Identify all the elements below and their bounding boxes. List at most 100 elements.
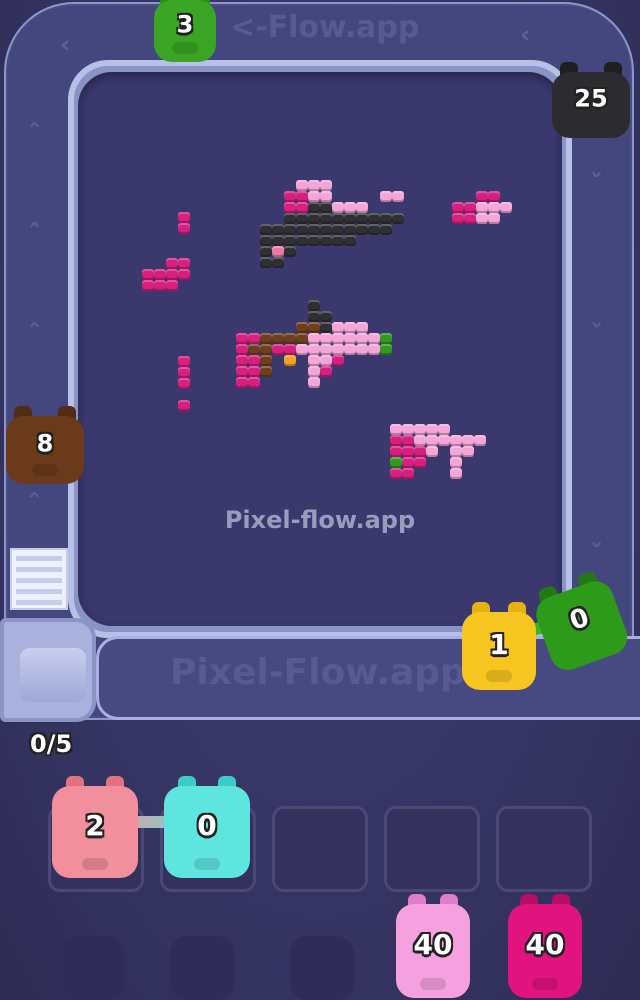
pixel-block — [248, 333, 260, 344]
pixel-block — [260, 344, 272, 355]
queue-ghost — [60, 936, 124, 1000]
pixel-block — [426, 424, 438, 435]
pixel-block — [296, 180, 308, 191]
pixel-block — [344, 224, 356, 235]
pixel-block — [476, 202, 488, 213]
pixel-block — [500, 202, 512, 213]
pixel-block — [296, 235, 308, 246]
pixel-block — [296, 333, 308, 344]
pixel-block — [438, 424, 450, 435]
pixel-block — [296, 224, 308, 235]
pixel-block — [344, 202, 356, 213]
chevron-down-icon: ˇ — [590, 540, 603, 570]
pig-count: 0 — [197, 808, 217, 842]
conveyor-pig-brown[interactable]: 8 — [6, 406, 84, 484]
pixel-block — [320, 366, 332, 377]
pixel-block — [260, 224, 272, 235]
pixel-block — [272, 246, 284, 257]
pixel-block — [154, 280, 166, 291]
pixel-block — [320, 235, 332, 246]
pixel-block — [272, 344, 284, 355]
pig-snout — [486, 670, 512, 682]
conveyor-pig-black[interactable]: 25 — [552, 62, 630, 138]
pixel-block — [284, 202, 296, 213]
chevron-up-icon: ˆ — [28, 120, 41, 150]
pig-snout — [532, 978, 558, 990]
hopper-face — [20, 648, 86, 702]
pixel-block — [260, 366, 272, 377]
pixel-block — [178, 356, 190, 367]
pixel-block — [390, 435, 402, 446]
pixel-block — [260, 355, 272, 366]
pixel-block — [236, 344, 248, 355]
pixel-block — [272, 224, 284, 235]
pixel-block — [320, 213, 332, 224]
pixel-block — [308, 235, 320, 246]
holding-slot-3[interactable] — [272, 806, 368, 892]
pig-count: 25 — [574, 84, 608, 113]
pixel-block — [414, 457, 426, 468]
pig-snout — [420, 978, 446, 990]
pixel-block — [464, 213, 476, 224]
pixel-block — [248, 355, 260, 366]
pixel-block — [488, 213, 500, 224]
pixel-block — [296, 344, 308, 355]
pixel-block — [236, 366, 248, 377]
pixel-block — [308, 180, 320, 191]
slot-pig-pink[interactable]: 2 — [52, 776, 138, 878]
pixel-block — [392, 191, 404, 202]
pixel-block — [344, 235, 356, 246]
pixel-block — [284, 344, 296, 355]
pixel-block — [368, 224, 380, 235]
pixel-block — [308, 366, 320, 377]
pixel-block — [450, 435, 462, 446]
pixel-block — [332, 333, 344, 344]
conveyor-pig-yellow[interactable]: 1 — [462, 602, 536, 690]
pixel-block — [464, 202, 476, 213]
pixel-block — [284, 191, 296, 202]
pixel-block — [308, 311, 320, 322]
pixel-block — [356, 333, 368, 344]
conveyor-pig-green-top[interactable]: 3 — [154, 0, 216, 62]
pixel-block — [356, 344, 368, 355]
pixel-block — [332, 235, 344, 246]
pixel-block — [402, 457, 414, 468]
watermark: Pixel-flow.app — [224, 506, 416, 534]
pixel-block — [368, 333, 380, 344]
loader-stairs — [10, 548, 68, 610]
pixel-block — [320, 180, 332, 191]
pixel-block — [260, 246, 272, 257]
pixel-block — [308, 202, 320, 213]
pixel-block — [450, 457, 462, 468]
pixel-block — [476, 191, 488, 202]
holding-slot-5[interactable] — [496, 806, 592, 892]
pig-snout — [32, 464, 58, 476]
pixel-block — [488, 202, 500, 213]
pixel-block — [332, 213, 344, 224]
pig-count: 40 — [413, 927, 453, 961]
pixel-block — [308, 300, 320, 311]
holding-slot-4[interactable] — [384, 806, 480, 892]
queue-pig-light-pink[interactable]: 40 — [396, 894, 470, 998]
chevron-up-icon: ˆ — [28, 320, 41, 350]
pixel-block — [236, 377, 248, 388]
slot-pig-cyan[interactable]: 0 — [164, 776, 250, 878]
pixel-block — [332, 202, 344, 213]
pixel-block — [320, 322, 332, 333]
progress-counter: 0/5 — [30, 730, 73, 758]
pixel-block — [260, 235, 272, 246]
pixel-block — [332, 224, 344, 235]
watermark-lane: Pixel-Flow.app — [170, 652, 466, 693]
pixel-block — [154, 269, 166, 280]
pixel-block — [380, 344, 392, 355]
pixel-block — [178, 378, 190, 389]
pixel-block — [260, 257, 272, 268]
game-screen: <-Flow.app ‹ ‹ ˆ ˆ ˆ ˆ ˇ ˇ ˇ Pixel-Flow.… — [0, 0, 640, 1000]
pixel-block — [308, 355, 320, 366]
pixel-block — [320, 202, 332, 213]
pixel-block — [308, 333, 320, 344]
pixel-block — [178, 212, 190, 223]
pixel-block — [308, 344, 320, 355]
queue-pig-magenta[interactable]: 40 — [508, 894, 582, 998]
pig-count: 2 — [85, 808, 105, 842]
